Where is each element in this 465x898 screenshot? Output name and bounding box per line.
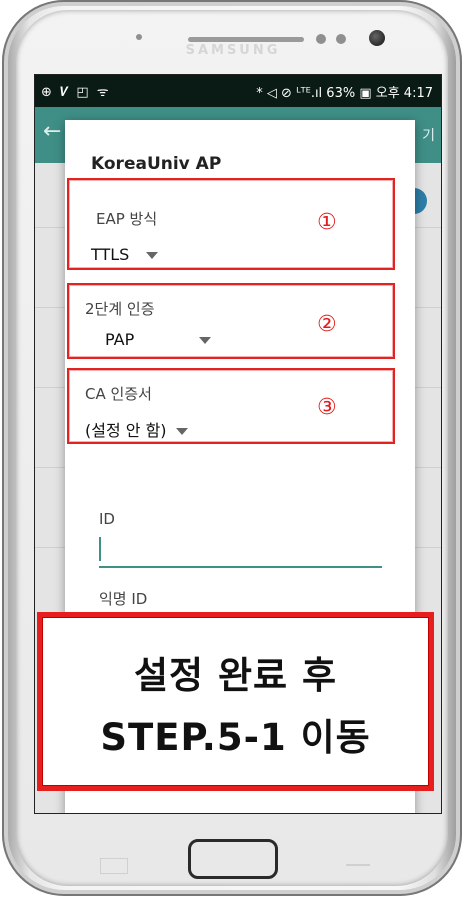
status-bar: ⊕ 𝑽 ◰ ᯤ * ◁ ⊘ ᴸᵀᴱ.ıl 63% ▣ 오후 4:17: [35, 75, 441, 107]
eap-method-label: EAP 방식: [96, 210, 158, 228]
text-cursor: [99, 537, 101, 561]
phase2-auth-value: PAP: [105, 330, 135, 349]
dropdown-caret-icon: [199, 337, 212, 344]
proximity-sensor: [136, 34, 142, 40]
phase2-auth-label: 2단계 인증: [85, 300, 155, 318]
eap-method-select[interactable]: TTLS: [91, 245, 159, 264]
front-camera-icon: [369, 30, 385, 46]
instruction-callout: 설정 완료 후 STEP.5-1 이동: [37, 612, 434, 791]
ir-sensor: [336, 34, 346, 44]
status-right-info: * ◁ ⊘ ᴸᵀᴱ.ıl 63% ▣ 오후 4:17: [256, 86, 433, 101]
phase2-auth-select[interactable]: PAP: [105, 330, 212, 349]
id-input[interactable]: [99, 566, 382, 568]
dialog-title: KoreaUniv AP: [91, 154, 222, 174]
arrow-left-icon[interactable]: ←: [43, 119, 61, 144]
dropdown-caret-icon: [146, 252, 159, 259]
dropdown-caret-icon: [175, 428, 188, 435]
id-label: ID: [99, 510, 115, 528]
eap-method-value: TTLS: [91, 245, 130, 264]
earpiece-speaker: [188, 37, 304, 42]
anonymous-id-label: 익명 ID: [99, 590, 148, 608]
app-bar-action[interactable]: 기: [422, 125, 435, 145]
recent-apps-icon[interactable]: [100, 858, 128, 874]
light-sensor: [316, 34, 326, 44]
back-key-icon[interactable]: [346, 864, 370, 866]
callout-line-2: STEP.5-1 이동: [100, 716, 371, 759]
ca-cert-value: (설정 안 함): [85, 421, 167, 440]
ca-cert-label: CA 인증서: [85, 385, 152, 403]
ca-cert-select[interactable]: (설정 안 함): [85, 417, 188, 441]
marker-number-3: ③: [317, 395, 337, 420]
callout-line-1: 설정 완료 후: [134, 654, 337, 697]
status-left-icons: ⊕ 𝑽 ◰ ᯤ: [41, 85, 111, 100]
home-button[interactable]: [188, 839, 278, 879]
marker-number-2: ②: [317, 312, 337, 337]
marker-number-1: ①: [317, 210, 337, 235]
brand-logo: SAMSUNG: [185, 43, 281, 58]
